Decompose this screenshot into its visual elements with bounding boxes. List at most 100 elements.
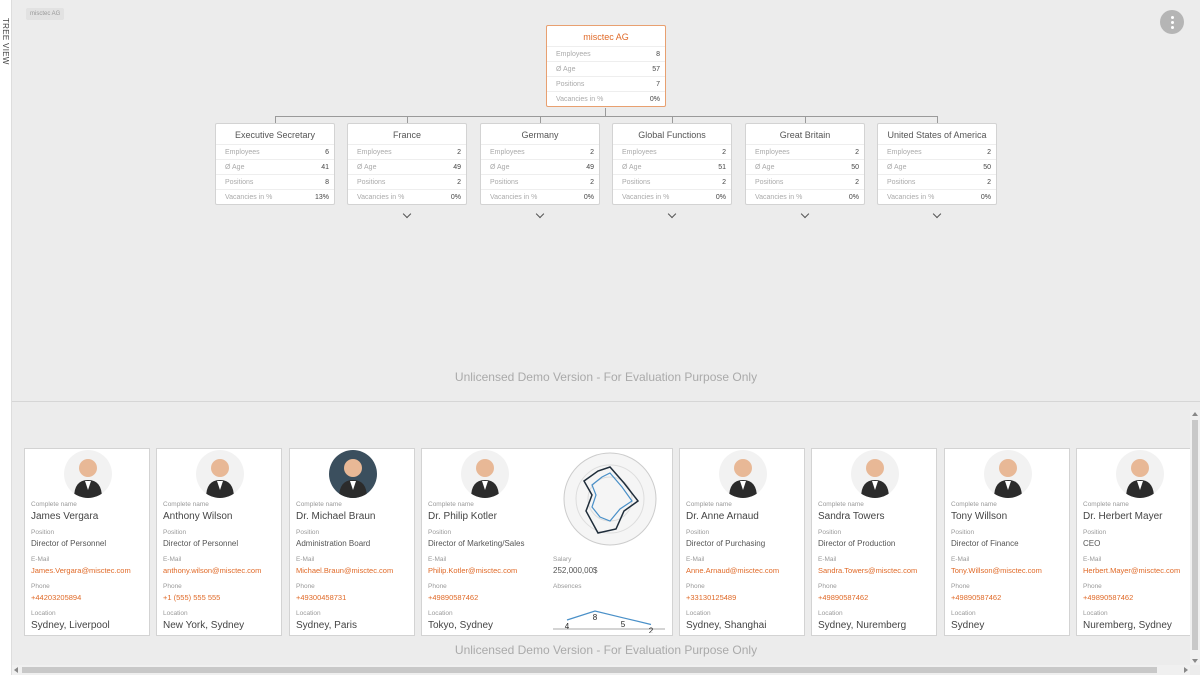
employee-phone[interactable]: +49890587462: [1083, 593, 1133, 602]
node-row: Ø Age 57: [547, 61, 665, 76]
avatar: [64, 450, 112, 498]
location-label: Location: [686, 610, 711, 617]
employee-card[interactable]: Complete name Dr. Anne Arnaud Position Dire…: [679, 448, 805, 636]
scroll-down-icon[interactable]: [1192, 659, 1198, 663]
expand-chevron-icon[interactable]: [932, 209, 942, 219]
dot-icon: [1170, 20, 1174, 24]
phone-label: Phone: [296, 583, 315, 590]
employee-card[interactable]: Complete name Dr. Herbert Mayer Position CE…: [1076, 448, 1200, 636]
employee-email[interactable]: Herbert.Mayer@misctec.com: [1083, 566, 1180, 575]
expand-chevron-icon[interactable]: [800, 209, 810, 219]
employee-phone[interactable]: +1 (555) 555 555: [163, 593, 220, 602]
employee-name: Dr. Anne Arnaud: [686, 511, 759, 522]
employee-location: Sydney, Paris: [296, 620, 357, 631]
row-value: 0%: [715, 194, 726, 201]
name-label: Complete name: [818, 501, 864, 508]
breadcrumb[interactable]: misctec AG: [26, 8, 65, 20]
row-label: Employees: [225, 149, 260, 156]
scroll-thumb[interactable]: [22, 667, 1157, 673]
connector-line: [605, 108, 606, 116]
employee-phone[interactable]: +49890587462: [428, 593, 478, 602]
expand-chevron-icon[interactable]: [667, 209, 677, 219]
phone-label: Phone: [818, 583, 837, 590]
employee-name: Anthony Wilson: [163, 511, 233, 522]
node-title: Germany: [521, 130, 559, 140]
employee-position: Director of Finance: [951, 539, 1019, 548]
more-menu-button[interactable]: [1160, 10, 1184, 34]
employee-location: Nuremberg, Sydney: [1083, 620, 1172, 631]
row-value: 2: [987, 149, 991, 156]
phone-label: Phone: [428, 583, 447, 590]
employee-email[interactable]: anthony.wilson@misctec.com: [163, 566, 261, 575]
node-row: Positions 2: [613, 174, 731, 189]
row-label: Ø Age: [490, 164, 510, 171]
employee-card[interactable]: Complete name Dr. Michael Braun Position Ad…: [289, 448, 415, 636]
connector-line: [407, 116, 408, 123]
demo-watermark: Unlicensed Demo Version - For Evaluation…: [454, 370, 758, 384]
row-label: Employees: [357, 149, 392, 156]
row-value: 2: [722, 179, 726, 186]
employee-card[interactable]: Complete name Tony Willson Position Directo…: [944, 448, 1070, 636]
horizontal-scrollbar[interactable]: [12, 665, 1190, 675]
node-row: Ø Age 41: [216, 159, 334, 174]
employee-card[interactable]: Complete name Anthony Wilson Position Direc…: [156, 448, 282, 636]
row-value: 0%: [649, 96, 660, 103]
node-row: Ø Age 50: [878, 159, 996, 174]
employee-email[interactable]: Tony.Willson@misctec.com: [951, 566, 1042, 575]
scroll-thumb[interactable]: [1192, 420, 1198, 650]
scroll-up-icon[interactable]: [1192, 412, 1198, 416]
org-node[interactable]: Global Functions Employees 2 Ø Age 51 Positio…: [612, 123, 732, 219]
org-node[interactable]: United States of America Employees 2 Ø Age 5…: [877, 123, 997, 219]
employee-position: Director of Marketing/Sales: [428, 539, 525, 548]
org-node[interactable]: Executive Secretary Employees 6 Ø Age 41 Posi…: [215, 123, 335, 205]
node-row: Positions 2: [746, 174, 864, 189]
scroll-left-icon[interactable]: [14, 667, 18, 673]
position-label: Position: [686, 529, 710, 536]
row-label: Employees: [622, 149, 657, 156]
position-label: Position: [296, 529, 320, 536]
employee-phone[interactable]: +49890587462: [951, 593, 1001, 602]
row-value: 13%: [314, 194, 329, 201]
employee-card[interactable]: Complete name Dr. Philip Kotler Position Di…: [421, 448, 673, 636]
org-node[interactable]: Great Britain Employees 2 Ø Age 50 Positions 2…: [745, 123, 865, 219]
expand-chevron-icon[interactable]: [535, 209, 545, 219]
position-label: Position: [818, 529, 842, 536]
row-label: Employees: [490, 149, 525, 156]
location-label: Location: [1083, 610, 1108, 617]
employee-email[interactable]: Michael.Braun@misctec.com: [296, 566, 393, 575]
email-label: E-Mail: [428, 556, 447, 563]
employee-phone[interactable]: +33130125489: [686, 593, 736, 602]
row-value: 2: [855, 179, 859, 186]
employee-card[interactable]: Complete name James Vergara Position Direct…: [24, 448, 150, 636]
org-node[interactable]: Germany Employees 2 Ø Age 49 Positions 2 Vacanc…: [480, 123, 600, 219]
expand-chevron-icon[interactable]: [402, 209, 412, 219]
position-label: Position: [31, 529, 55, 536]
employee-name: Tony Willson: [951, 511, 1008, 522]
tree-view-tab[interactable]: TREE VIEW: [0, 0, 12, 675]
employee-name: Sandra Towers: [818, 511, 885, 522]
vertical-scrollbar[interactable]: [1190, 410, 1200, 665]
node-row: Employees 2: [348, 144, 466, 159]
employee-phone[interactable]: +44203205894: [31, 593, 81, 602]
location-label: Location: [163, 610, 188, 617]
org-node[interactable]: France Employees 2 Ø Age 49 Positions 2 Vacanci…: [347, 123, 467, 219]
name-label: Complete name: [163, 501, 209, 508]
position-label: Position: [428, 529, 452, 536]
employee-email[interactable]: Sandra.Towers@misctec.com: [818, 566, 917, 575]
employee-email[interactable]: Philip.Kotler@misctec.com: [428, 566, 517, 575]
employee-phone[interactable]: +49300458731: [296, 593, 346, 602]
row-value: 2: [722, 149, 726, 156]
employee-card[interactable]: Complete name Sandra Towers Position Direct…: [811, 448, 937, 636]
employee-email[interactable]: James.Vergara@misctec.com: [31, 566, 131, 575]
name-label: Complete name: [1083, 501, 1129, 508]
location-label: Location: [818, 610, 843, 617]
employee-position: Director of Personnel: [163, 539, 239, 548]
tree-view-label: TREE VIEW: [1, 18, 10, 65]
node-row: Vacancies in % 0%: [348, 189, 466, 204]
employee-email[interactable]: Anne.Arnaud@misctec.com: [686, 566, 779, 575]
employee-phone[interactable]: +49890587462: [818, 593, 868, 602]
row-label: Positions: [490, 179, 519, 186]
org-node-root[interactable]: misctec AG Employees 8 Ø Age 57 Positions 7…: [546, 25, 666, 107]
row-value: 7: [656, 81, 660, 88]
scroll-right-icon[interactable]: [1184, 667, 1188, 673]
